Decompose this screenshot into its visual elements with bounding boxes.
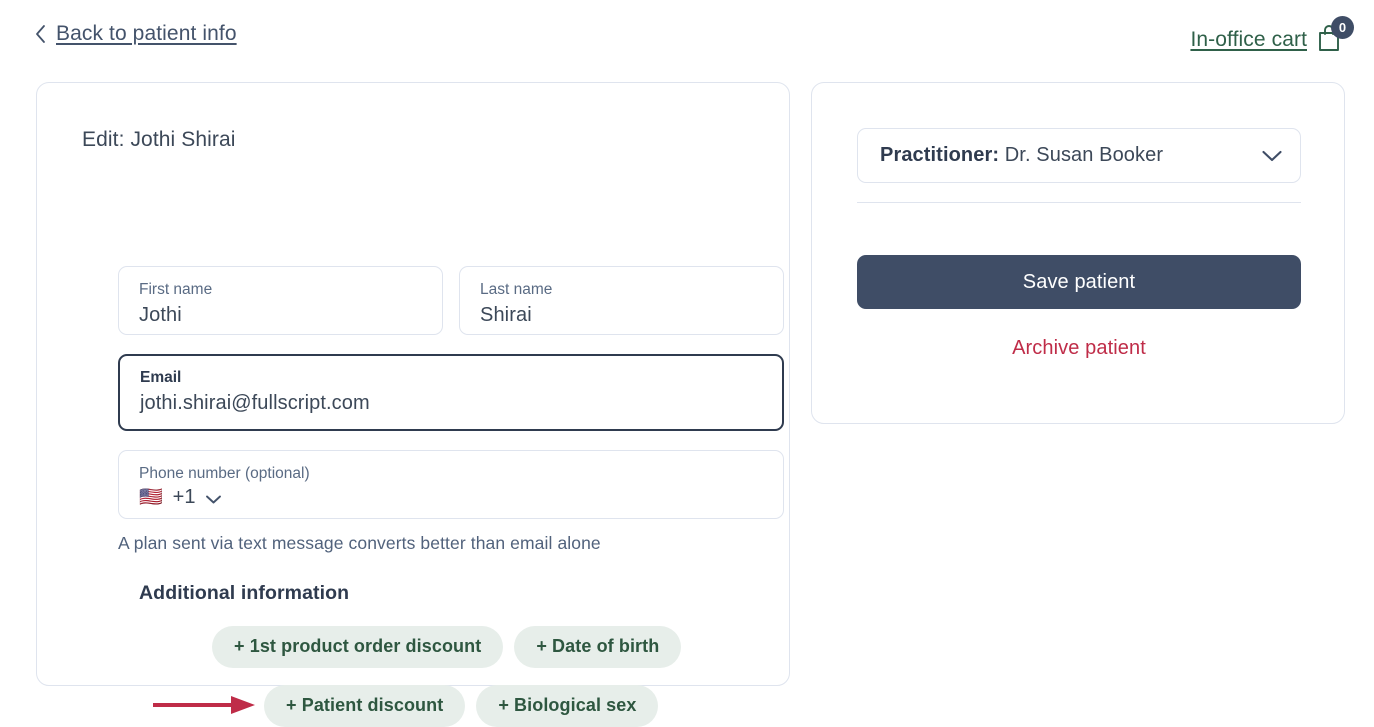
additional-info-pill-row-2: + Patient discount + Biological sex bbox=[264, 685, 659, 727]
additional-info-pill-row-1: + 1st product order discount + Date of b… bbox=[212, 626, 682, 668]
first-name-field[interactable]: First name Jothi bbox=[118, 266, 443, 335]
add-first-product-order-discount-pill[interactable]: + 1st product order discount bbox=[212, 626, 504, 668]
chevron-down-icon bbox=[1261, 149, 1283, 163]
annotation-arrow-icon bbox=[151, 692, 259, 718]
email-value: jothi.shirai@fullscript.com bbox=[140, 392, 370, 415]
country-code-selector[interactable]: 🇺🇸 +1 bbox=[139, 486, 763, 509]
phone-number-label: Phone number (optional) bbox=[139, 465, 310, 482]
practitioner-select[interactable]: Practitioner: Dr. Susan Booker bbox=[857, 128, 1301, 183]
back-to-patient-info-link[interactable]: Back to patient info bbox=[34, 22, 237, 46]
cart-badge-count: 0 bbox=[1331, 16, 1354, 39]
chevron-left-icon bbox=[34, 24, 46, 44]
actions-panel-card: Practitioner: Dr. Susan Booker Save pati… bbox=[811, 82, 1345, 424]
practitioner-select-text: Practitioner: Dr. Susan Booker bbox=[880, 144, 1163, 167]
add-patient-discount-pill[interactable]: + Patient discount bbox=[264, 685, 466, 727]
practitioner-label: Practitioner: bbox=[880, 144, 1000, 166]
cart-label: In-office cart bbox=[1190, 28, 1307, 51]
cart-icon-wrapper: 0 bbox=[1316, 16, 1354, 58]
add-date-of-birth-pill[interactable]: + Date of birth bbox=[514, 626, 682, 668]
patient-form-card: Edit: Jothi Shirai First name Jothi Last… bbox=[36, 82, 790, 727]
add-biological-sex-pill[interactable]: + Biological sex bbox=[476, 685, 659, 727]
top-bar: Back to patient info In-office cart 0 bbox=[0, 0, 1374, 74]
phone-helper-text: A plan sent via text message converts be… bbox=[118, 533, 601, 553]
panel-divider bbox=[857, 202, 1301, 203]
last-name-label: Last name bbox=[480, 281, 553, 298]
archive-patient-button[interactable]: Archive patient bbox=[857, 337, 1301, 360]
in-office-cart-button[interactable]: In-office cart 0 bbox=[1190, 16, 1354, 58]
additional-information-heading: Additional information bbox=[139, 582, 350, 604]
chevron-down-icon bbox=[205, 492, 222, 504]
page-title: Edit: Jothi Shirai bbox=[82, 128, 236, 151]
back-link-label: Back to patient info bbox=[56, 22, 237, 45]
country-dial-code: +1 bbox=[172, 486, 196, 509]
first-name-label: First name bbox=[139, 281, 213, 298]
first-name-value: Jothi bbox=[139, 304, 182, 327]
us-flag-icon: 🇺🇸 bbox=[139, 487, 163, 509]
save-patient-button[interactable]: Save patient bbox=[857, 255, 1301, 309]
last-name-field[interactable]: Last name Shirai bbox=[459, 266, 784, 335]
last-name-value: Shirai bbox=[480, 304, 532, 327]
phone-number-field[interactable]: Phone number (optional) 🇺🇸 +1 bbox=[118, 450, 784, 519]
email-field[interactable]: Email jothi.shirai@fullscript.com bbox=[118, 354, 784, 431]
practitioner-value: Dr. Susan Booker bbox=[999, 144, 1164, 166]
email-label: Email bbox=[140, 369, 182, 386]
shopping-bag-icon bbox=[1316, 25, 1346, 58]
